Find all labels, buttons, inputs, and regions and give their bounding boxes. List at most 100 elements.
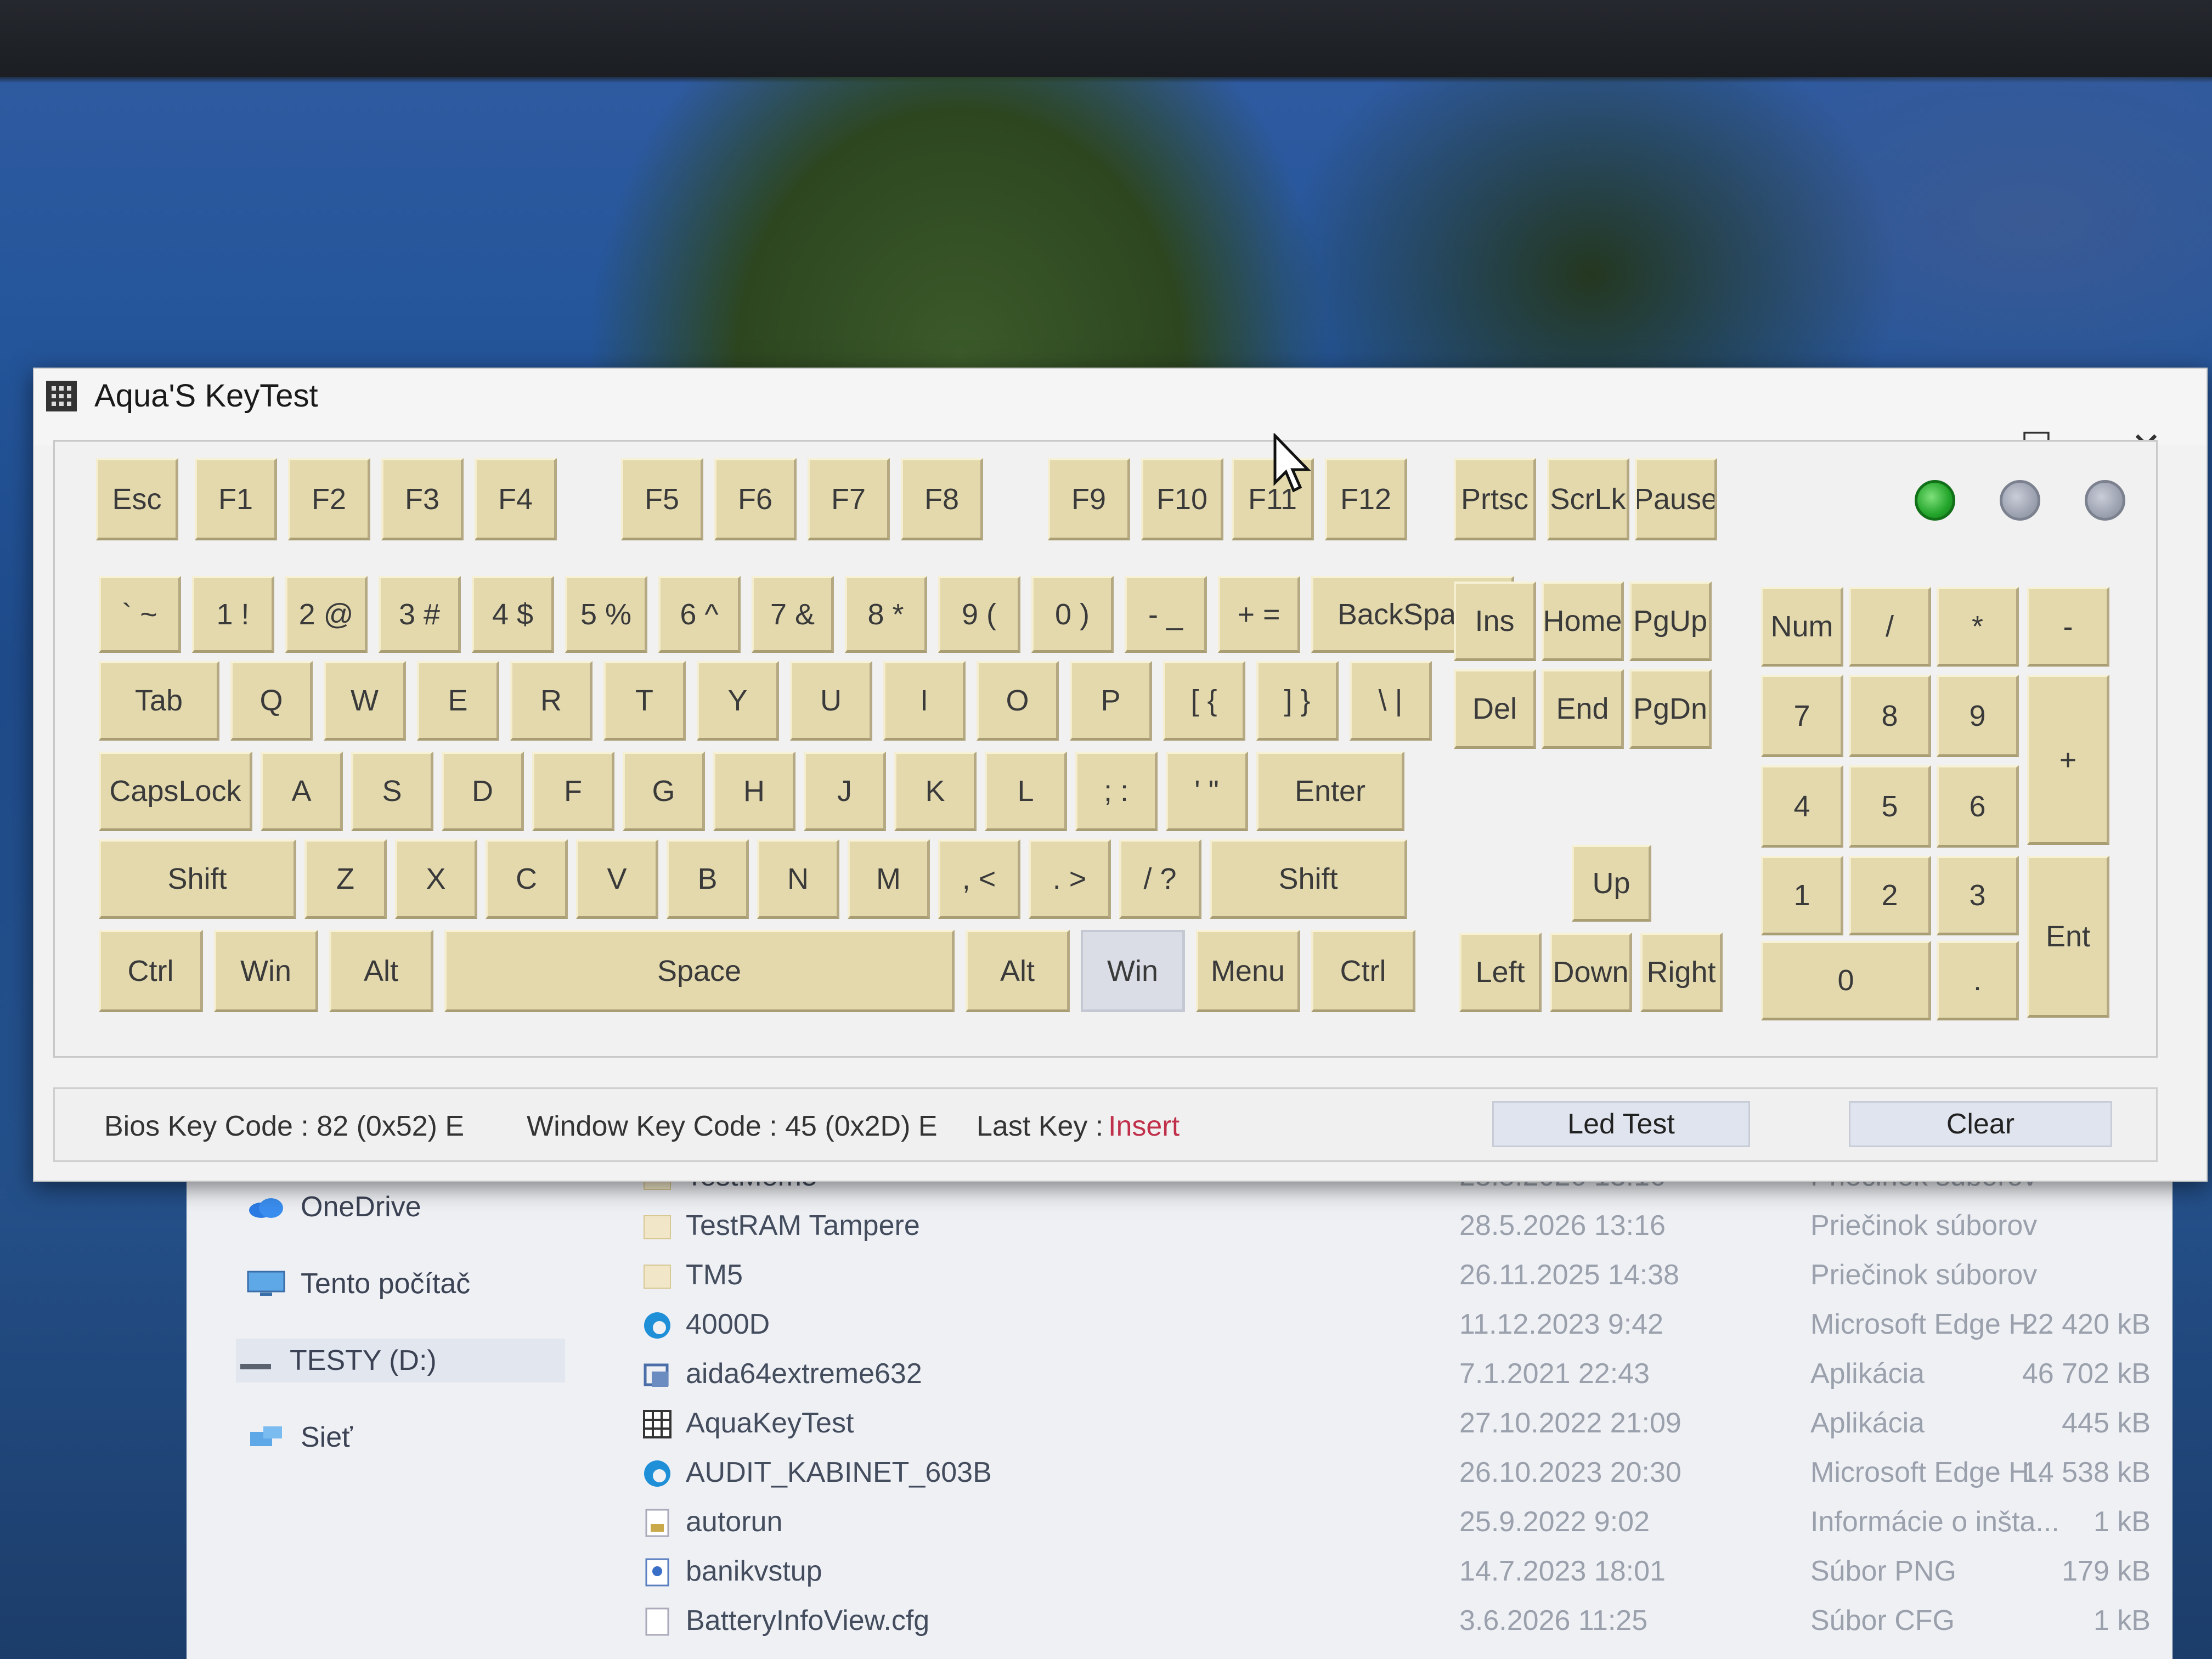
key-q[interactable]: Q	[230, 661, 313, 741]
key-g[interactable]: G	[623, 752, 705, 831]
key-sym-7[interactable]: +	[2027, 675, 2109, 845]
key-h[interactable]: H	[713, 752, 795, 831]
key-f[interactable]: F	[532, 752, 614, 831]
key-sym-11[interactable]: ' "	[1166, 752, 1248, 831]
key-space[interactable]: Space	[444, 930, 955, 1012]
key-sym-12[interactable]: + =	[1218, 576, 1300, 653]
key-7[interactable]: 7 &	[752, 576, 834, 653]
key-sym-2[interactable]: *	[1937, 587, 2019, 667]
key-x[interactable]: X	[395, 839, 477, 919]
key-j[interactable]: J	[804, 752, 886, 831]
key-9[interactable]: 9 (	[938, 576, 1020, 653]
key-f2[interactable]: F2	[288, 458, 370, 540]
key-e[interactable]: E	[417, 661, 499, 741]
file-row[interactable]: 4000D 11.12.2023 9:42 Microsoft Edge H... 2…	[636, 1300, 2172, 1348]
file-row[interactable]: AquaKeyTest 27.10.2022 21:09 Aplikácia 445 …	[636, 1399, 2172, 1447]
key-n[interactable]: N	[757, 839, 839, 919]
key-5[interactable]: 5	[1849, 765, 1931, 848]
key-0[interactable]: 0 )	[1031, 576, 1114, 653]
key-y[interactable]: Y	[697, 661, 779, 741]
key-ctrl[interactable]: Ctrl	[1311, 930, 1415, 1012]
key-7[interactable]: 7	[1761, 675, 1843, 757]
key-f6[interactable]: F6	[714, 458, 797, 540]
key-m[interactable]: M	[848, 839, 930, 919]
file-row[interactable]: BatteryInfoView.cfg 3.6.2026 11:25 Súbor C…	[636, 1596, 2172, 1645]
key-alt[interactable]: Alt	[966, 930, 1070, 1012]
file-row[interactable]: autorun 25.9.2022 9:02 Informácie o inšta.…	[636, 1498, 2172, 1546]
key-w[interactable]: W	[324, 661, 406, 741]
key-f10[interactable]: F10	[1141, 458, 1223, 540]
file-row[interactable]: TM5 26.11.2025 14:38 Priečinok súborov	[636, 1251, 2172, 1299]
key-end[interactable]: End	[1542, 669, 1624, 749]
nav-item-network[interactable]: Sieť	[247, 1415, 353, 1459]
key-8[interactable]: 8	[1849, 675, 1931, 757]
key-sym-16[interactable]: .	[1937, 941, 2019, 1020]
key-4[interactable]: 4	[1761, 765, 1843, 848]
key-v[interactable]: V	[576, 839, 658, 919]
key-prtsc[interactable]: Prtsc	[1454, 458, 1536, 540]
key-4[interactable]: 4 $	[472, 576, 554, 653]
key-esc[interactable]: Esc	[96, 458, 178, 540]
key-shift[interactable]: Shift	[99, 839, 296, 919]
key-sym-9[interactable]: . >	[1029, 839, 1111, 919]
key-up[interactable]: Up	[1572, 845, 1651, 922]
key-f12[interactable]: F12	[1325, 458, 1407, 540]
key-c[interactable]: C	[486, 839, 568, 919]
key-sym-0[interactable]: ` ~	[99, 576, 181, 653]
key-ent[interactable]: Ent	[2027, 856, 2109, 1018]
nav-item-this-pc[interactable]: Tento počítač	[247, 1262, 470, 1306]
key-f4[interactable]: F4	[475, 458, 557, 540]
key-capslock[interactable]: CapsLock	[99, 752, 252, 831]
key-del[interactable]: Del	[1454, 669, 1536, 749]
key-num[interactable]: Num	[1761, 587, 1843, 667]
key-sym-11[interactable]: - _	[1125, 576, 1207, 653]
key-2[interactable]: 2 @	[285, 576, 368, 653]
key-ctrl[interactable]: Ctrl	[99, 930, 203, 1012]
key-sym-3[interactable]: -	[2027, 587, 2109, 667]
key-o[interactable]: O	[977, 661, 1059, 741]
key-sym-12[interactable]: ] }	[1256, 661, 1339, 741]
key-tab[interactable]: Tab	[99, 661, 219, 741]
key-1[interactable]: 1	[1761, 856, 1843, 935]
key-l[interactable]: L	[985, 752, 1067, 831]
file-row[interactable]: banikvstup 14.7.2023 18:01 Súbor PNG 179 kB	[636, 1547, 2172, 1595]
key-menu[interactable]: Menu	[1196, 930, 1300, 1012]
key-f7[interactable]: F7	[808, 458, 890, 540]
title-bar[interactable]: Aqua'S KeyTest — ☐ ✕	[34, 369, 2207, 466]
key-p[interactable]: P	[1070, 661, 1152, 741]
key-right[interactable]: Right	[1640, 933, 1723, 1012]
key-k[interactable]: K	[894, 752, 977, 831]
key-f5[interactable]: F5	[621, 458, 703, 540]
key-win[interactable]: Win	[1081, 930, 1185, 1012]
clear-button[interactable]: Clear	[1849, 1101, 2112, 1147]
file-row[interactable]: TestRAM Tampere 28.5.2026 13:16 Priečinok …	[636, 1201, 2172, 1250]
nav-item-drive-d[interactable]: TESTY (D:)	[236, 1339, 565, 1383]
key-6[interactable]: 6 ^	[658, 576, 741, 653]
key-8[interactable]: 8 *	[845, 576, 927, 653]
key-r[interactable]: R	[510, 661, 592, 741]
key-i[interactable]: I	[883, 661, 966, 741]
key-t[interactable]: T	[603, 661, 686, 741]
file-row[interactable]: AUDIT_KABINET_603B 26.10.2023 20:30 Micros…	[636, 1448, 2172, 1497]
key-b[interactable]: B	[667, 839, 749, 919]
key-s[interactable]: S	[351, 752, 433, 831]
key-sym-13[interactable]: \ |	[1350, 661, 1432, 741]
key-sym-8[interactable]: , <	[938, 839, 1020, 919]
key-shift[interactable]: Shift	[1210, 839, 1407, 919]
key-ins[interactable]: Ins	[1454, 582, 1536, 661]
key-pgup[interactable]: PgUp	[1629, 582, 1712, 661]
key-sym-10[interactable]: ; :	[1075, 752, 1158, 831]
key-9[interactable]: 9	[1937, 675, 2019, 757]
key-pause[interactable]: Pause	[1635, 458, 1717, 540]
nav-item-onedrive[interactable]: OneDrive	[247, 1185, 421, 1229]
file-row[interactable]: aida64extreme632 7.1.2021 22:43 Aplikácia 4…	[636, 1350, 2172, 1398]
key-alt[interactable]: Alt	[329, 930, 433, 1012]
key-enter[interactable]: Enter	[1256, 752, 1404, 831]
key-z[interactable]: Z	[304, 839, 387, 919]
key-f3[interactable]: F3	[381, 458, 464, 540]
key-3[interactable]: 3 #	[379, 576, 461, 653]
key-6[interactable]: 6	[1937, 765, 2019, 848]
key-sym-1[interactable]: /	[1849, 587, 1931, 667]
key-5[interactable]: 5 %	[565, 576, 647, 653]
key-a[interactable]: A	[261, 752, 343, 831]
